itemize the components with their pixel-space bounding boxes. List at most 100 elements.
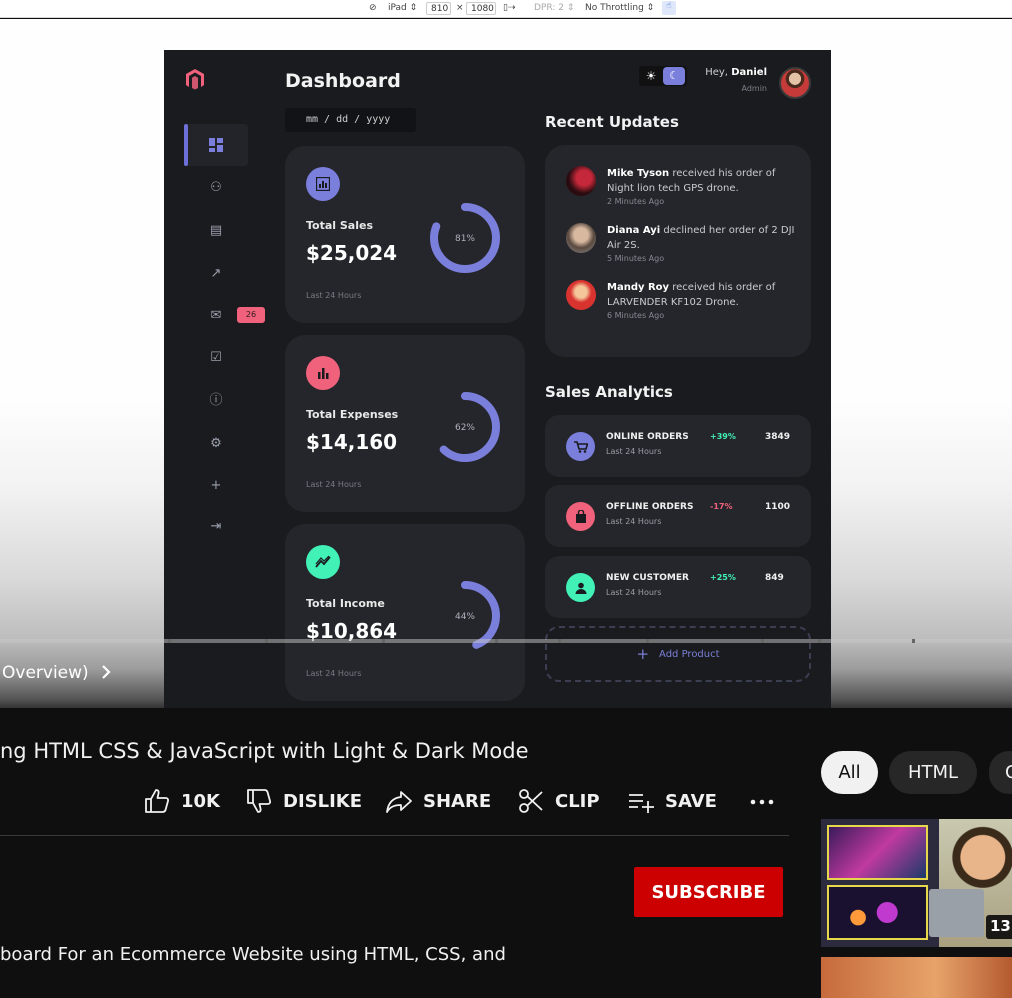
like-button[interactable]: 10K: [143, 786, 220, 816]
chip-html[interactable]: HTML: [889, 751, 977, 794]
card-note: Last 24 Hours: [306, 669, 362, 678]
nav-add-product[interactable]: +: [184, 465, 248, 507]
logout-icon: ⇥: [210, 519, 222, 534]
dashboard-title: Dashboard: [285, 70, 401, 92]
video-progress-bar[interactable]: [0, 639, 1012, 643]
share-icon: [386, 791, 412, 813]
save-button[interactable]: SAVE: [627, 786, 717, 816]
magento-logo-icon: [186, 69, 204, 90]
card-percent: 81%: [455, 234, 475, 244]
sales-icon: [306, 167, 340, 201]
nav-reports[interactable]: ⓘ: [184, 380, 248, 422]
analytics-online-orders: ONLINE ORDERS Last 24 Hours +39% 3849: [545, 415, 811, 477]
chapter-marker: [761, 639, 764, 643]
video-player[interactable]: ⚇ ▤ ↗ ✉ 26 ☑ ⓘ ⚙ + ⇥ Dashboard mm / dd /…: [0, 19, 1012, 708]
playlist-add-icon: [629, 794, 654, 813]
nav-orders[interactable]: ▤: [184, 210, 248, 252]
card-note: Last 24 Hours: [306, 291, 362, 300]
card-label: Total Sales: [306, 219, 374, 232]
chevron-right-icon: [102, 665, 111, 679]
chip-next[interactable]: C: [989, 751, 1012, 794]
nav-products[interactable]: ☑: [184, 337, 248, 379]
cart-icon: [566, 432, 595, 461]
chapter-marker: [495, 639, 498, 643]
nav-logout[interactable]: ⇥: [184, 506, 248, 548]
analytics-new-customer: NEW CUSTOMER Last 24 Hours +25% 849: [545, 556, 811, 618]
mail-icon: ✉: [210, 308, 222, 323]
trending-icon: ↗: [210, 266, 222, 281]
video-description[interactable]: board For an Ecommerce Website using HTM…: [0, 944, 506, 965]
card-value: $14,160: [306, 430, 398, 454]
chapter-title[interactable]: Overview): [2, 663, 112, 683]
video-duration: 13: [986, 915, 1012, 939]
device-select[interactable]: iPad ⇕: [388, 3, 417, 13]
orientation-icon[interactable]: ▯⇢: [503, 3, 516, 13]
nav-analytics[interactable]: ↗: [184, 253, 248, 295]
total-sales-card: Total Sales $25,024 Last 24 Hours 81%: [285, 146, 525, 323]
avatar: [566, 223, 596, 253]
avatar: [566, 166, 596, 196]
messages-badge: 26: [237, 307, 265, 323]
sales-progress-ring: 81%: [430, 203, 500, 273]
add-product-button[interactable]: + Add Product: [545, 626, 811, 682]
avatar: [566, 280, 596, 310]
recent-updates-panel: Mike Tyson received his order of Night l…: [545, 145, 811, 357]
related-video-thumbnail[interactable]: [821, 957, 1012, 998]
scissors-icon: [519, 789, 543, 813]
plus-icon: +: [210, 478, 222, 493]
subscribe-button[interactable]: SUBSCRIBE: [634, 867, 783, 917]
card-percent: 62%: [455, 423, 475, 433]
sales-analytics-title: Sales Analytics: [545, 383, 673, 401]
card-value: $25,024: [306, 241, 398, 265]
touch-icon[interactable]: ☝: [662, 1, 676, 15]
alert-icon: ⓘ: [209, 393, 223, 408]
chapter-marker: [382, 639, 385, 643]
moon-icon[interactable]: ☾: [663, 67, 685, 85]
width-input[interactable]: 810: [426, 2, 451, 15]
recent-updates-title: Recent Updates: [545, 113, 679, 131]
clip-button[interactable]: CLIP: [517, 786, 600, 816]
chapter-marker: [818, 639, 821, 643]
related-video-thumbnail[interactable]: [821, 819, 1012, 947]
expenses-icon: [306, 356, 340, 390]
throttling-select[interactable]: No Throttling ⇕: [585, 3, 654, 13]
chapter-marker: [558, 639, 561, 643]
analytics-offline-orders: OFFLINE ORDERS Last 24 Hours -17% 1100: [545, 485, 811, 547]
card-note: Last 24 Hours: [306, 480, 362, 489]
more-actions-button[interactable]: [748, 786, 776, 816]
times-sign: ×: [456, 3, 464, 13]
dpr-select[interactable]: DPR: 2 ⇕: [534, 3, 574, 13]
receipt-icon: ▤: [209, 223, 223, 238]
avatar[interactable]: [779, 67, 811, 99]
sun-icon[interactable]: ☀: [642, 68, 660, 84]
date-input[interactable]: mm / dd / yyyy: [285, 108, 416, 132]
nav-dashboard[interactable]: [184, 124, 248, 166]
chapter-marker: [912, 639, 915, 643]
video-title: ng HTML CSS & JavaScript with Light & Da…: [0, 739, 529, 763]
thumbs-up-icon: [145, 789, 170, 813]
card-percent: 44%: [455, 612, 475, 622]
user-role: Admin: [741, 84, 768, 93]
nav-customers[interactable]: ⚇: [184, 167, 248, 209]
total-expenses-card: Total Expenses $14,160 Last 24 Hours 62%: [285, 335, 525, 512]
grid-icon: [209, 138, 223, 152]
dislike-button[interactable]: DISLIKE: [245, 786, 362, 816]
nav-settings[interactable]: ⚙: [184, 423, 248, 465]
income-icon: [306, 545, 340, 579]
rotate-icon[interactable]: ⊘: [369, 3, 377, 13]
divider: [0, 835, 789, 836]
height-input[interactable]: 1080: [466, 2, 496, 15]
chapter-marker: [168, 639, 171, 643]
theme-toggle[interactable]: ☀ ☾: [639, 66, 687, 86]
income-progress-ring: 44%: [430, 581, 500, 651]
share-button[interactable]: SHARE: [385, 786, 491, 816]
user-greeting: Hey, Daniel: [705, 67, 767, 78]
chapter-marker: [646, 639, 649, 643]
gear-icon: ⚙: [210, 436, 222, 451]
chip-all[interactable]: All: [821, 751, 878, 794]
dashboard-screen: ⚇ ▤ ↗ ✉ 26 ☑ ⓘ ⚙ + ⇥ Dashboard mm / dd /…: [164, 50, 831, 708]
person-icon: [566, 573, 595, 602]
person-icon: ⚇: [210, 180, 222, 195]
more-horizontal-icon: [750, 799, 774, 805]
total-income-card: Total Income $10,864 Last 24 Hours 44%: [285, 524, 525, 701]
